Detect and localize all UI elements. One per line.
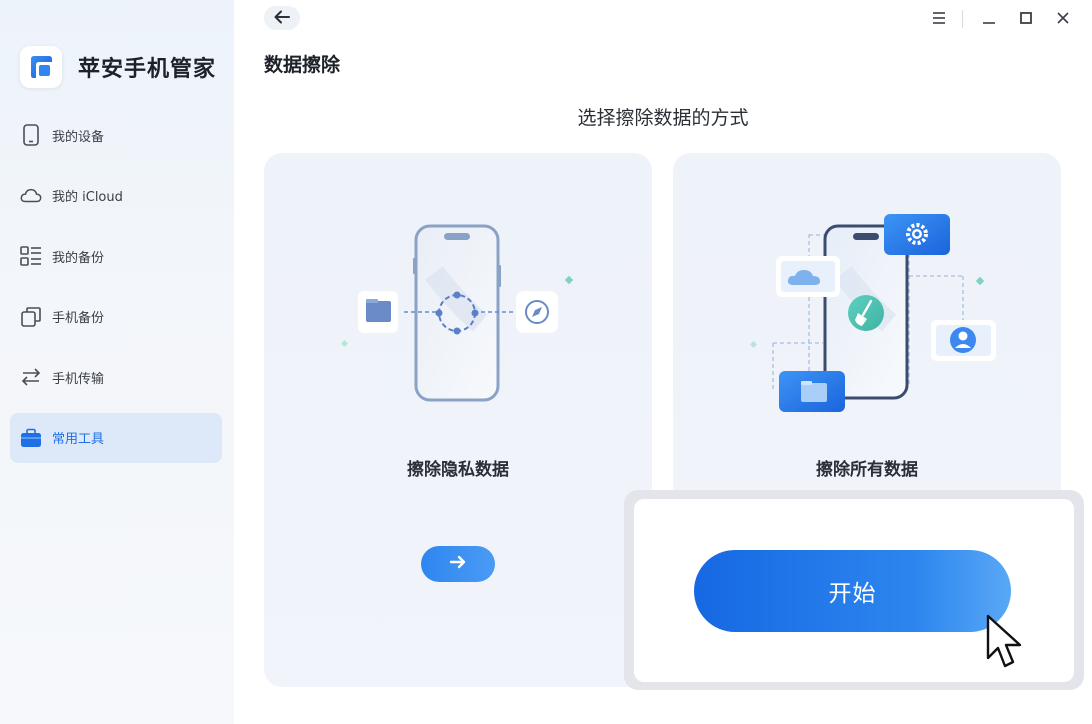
section-subtitle: 选择擦除数据的方式 xyxy=(577,107,749,129)
close-icon xyxy=(1056,10,1070,29)
sidebar-item-my-icloud[interactable]: 我的 iCloud xyxy=(10,171,222,221)
minimize-icon xyxy=(982,10,996,29)
sidebar-item-label: 我的 iCloud xyxy=(52,190,123,205)
erase-private-data-card[interactable]: 擦除隐私数据 xyxy=(264,153,652,687)
proceed-button[interactable] xyxy=(421,546,495,582)
brand: 苹安手机管家 xyxy=(20,46,216,88)
window-controls-divider xyxy=(962,10,963,28)
sidebar-item-phone-transfer[interactable]: 手机传输 xyxy=(10,352,222,402)
transfer-icon xyxy=(20,366,42,388)
toolbox-icon xyxy=(20,427,42,449)
hamburger-icon xyxy=(931,10,947,29)
start-button[interactable]: 开始 xyxy=(694,550,1011,632)
arrow-left-icon xyxy=(274,9,290,28)
maximize-button[interactable] xyxy=(1015,8,1037,30)
card-title: 擦除隐私数据 xyxy=(407,460,509,480)
app-logo-icon xyxy=(20,46,62,88)
backup-list-icon xyxy=(20,245,42,267)
cloud-icon xyxy=(20,185,42,207)
card-title: 擦除所有数据 xyxy=(816,460,918,480)
phone-icon xyxy=(20,124,42,146)
sidebar-item-label: 常用工具 xyxy=(52,432,105,447)
sidebar-item-my-backup[interactable]: 我的备份 xyxy=(10,231,222,281)
sidebar-item-label: 我的备份 xyxy=(52,250,105,266)
page-title: 数据擦除 xyxy=(264,54,341,76)
window-controls xyxy=(913,8,1074,30)
back-button[interactable] xyxy=(264,6,300,30)
copy-icon xyxy=(20,306,42,328)
sidebar: 苹安手机管家 我的设备 我的 iCloud 我的备份 手机备份 手机传输 常用工… xyxy=(0,0,234,724)
sidebar-item-label: 手机传输 xyxy=(52,371,105,387)
private-data-illustration xyxy=(340,224,574,402)
sidebar-item-label: 我的设备 xyxy=(52,129,105,145)
sidebar-item-phone-backup[interactable]: 手机备份 xyxy=(10,292,222,342)
sidebar-item-label: 手机备份 xyxy=(52,311,105,326)
minimize-button[interactable] xyxy=(978,8,1000,30)
all-data-illustration xyxy=(749,214,996,412)
sidebar-item-my-device[interactable]: 我的设备 xyxy=(10,110,222,160)
mouse-cursor-icon xyxy=(986,614,1022,668)
close-button[interactable] xyxy=(1052,8,1074,30)
app-name: 苹安手机管家 xyxy=(78,57,217,82)
sidebar-item-common-tools[interactable]: 常用工具 xyxy=(10,412,222,463)
maximize-icon xyxy=(1019,10,1033,29)
sidebar-nav: 我的设备 我的 iCloud 我的备份 手机备份 手机传输 常用工具 xyxy=(10,110,222,473)
arrow-right-icon xyxy=(449,554,467,574)
menu-button[interactable] xyxy=(928,8,950,30)
